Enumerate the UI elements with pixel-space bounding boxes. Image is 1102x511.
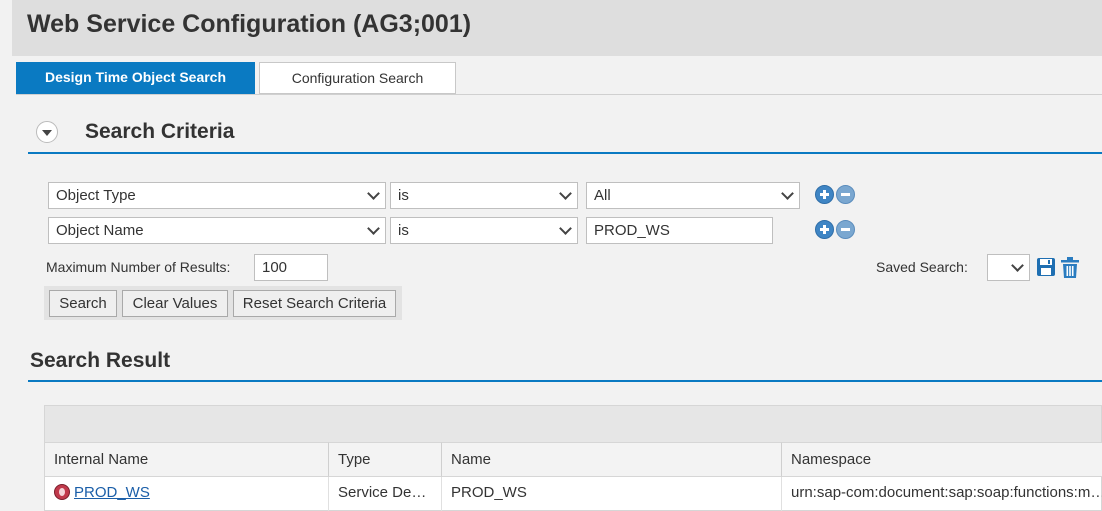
criteria-value-select-1[interactable]: All xyxy=(586,182,800,209)
column-header-name[interactable]: Name xyxy=(442,442,782,477)
criteria-operator-value: is xyxy=(398,187,409,204)
criteria-field-select-1[interactable]: Object Type xyxy=(48,182,386,209)
result-divider xyxy=(28,380,1102,382)
max-results-label: Maximum Number of Results: xyxy=(46,259,231,275)
tab-configuration-search[interactable]: Configuration Search xyxy=(259,62,456,94)
criteria-field-select-2[interactable]: Object Name xyxy=(48,217,386,244)
tab-divider xyxy=(16,94,1102,95)
tab-design-time-object-search[interactable]: Design Time Object Search xyxy=(16,62,255,94)
criteria-field-value: Object Name xyxy=(56,222,144,239)
internal-name-link[interactable]: PROD_WS xyxy=(74,484,150,501)
collapse-criteria-icon[interactable] xyxy=(36,121,58,143)
max-results-input[interactable]: 100 xyxy=(254,254,328,281)
chevron-down-icon xyxy=(559,187,572,200)
table-row-internal-name: PROD_WS xyxy=(45,477,329,511)
trash-icon[interactable] xyxy=(1061,257,1079,278)
remove-row-icon[interactable] xyxy=(836,220,855,239)
table-cell-type: Service De… xyxy=(329,477,442,511)
chevron-down-icon xyxy=(781,187,794,200)
chevron-down-icon xyxy=(1011,259,1024,272)
save-icon[interactable] xyxy=(1036,257,1056,277)
saved-search-select[interactable] xyxy=(987,254,1030,281)
object-name-input[interactable]: PROD_WS xyxy=(586,217,773,244)
add-row-icon[interactable] xyxy=(815,185,834,204)
criteria-divider xyxy=(28,152,1102,154)
page-title: Web Service Configuration (AG3;001) xyxy=(27,10,472,38)
column-header-namespace[interactable]: Namespace xyxy=(782,442,1102,477)
search-criteria-heading: Search Criteria xyxy=(85,120,235,143)
criteria-operator-select-1[interactable]: is xyxy=(390,182,578,209)
criteria-operator-value: is xyxy=(398,222,409,239)
web-service-icon xyxy=(54,484,70,500)
table-cell-namespace: urn:sap-com:document:sap:soap:functions:… xyxy=(791,484,1102,501)
search-button[interactable]: Search xyxy=(49,290,117,317)
column-header-type[interactable]: Type xyxy=(329,442,442,477)
chevron-down-icon xyxy=(367,187,380,200)
criteria-field-value: Object Type xyxy=(56,187,136,204)
chevron-down-icon xyxy=(559,222,572,235)
results-table: Internal Name Type Name Namespace PROD_W… xyxy=(44,405,1102,511)
clear-values-button[interactable]: Clear Values xyxy=(122,290,228,317)
criteria-operator-select-2[interactable]: is xyxy=(390,217,578,244)
search-result-heading: Search Result xyxy=(30,349,171,372)
table-cell-name: PROD_WS xyxy=(442,477,782,511)
table-toolbar xyxy=(45,406,1101,442)
saved-search-label: Saved Search: xyxy=(876,259,968,275)
remove-row-icon[interactable] xyxy=(836,185,855,204)
column-header-internal-name[interactable]: Internal Name xyxy=(45,442,329,477)
criteria-value: All xyxy=(594,187,611,204)
chevron-down-icon xyxy=(367,222,380,235)
reset-search-criteria-button[interactable]: Reset Search Criteria xyxy=(233,290,396,317)
add-row-icon[interactable] xyxy=(815,220,834,239)
